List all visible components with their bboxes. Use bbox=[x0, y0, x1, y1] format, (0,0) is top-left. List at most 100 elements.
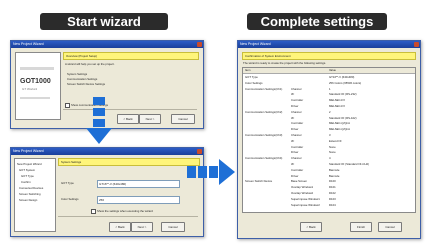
tree-item[interactable]: New Project Wizard bbox=[17, 163, 42, 166]
show-settings-checkbox[interactable]: Show the settings when executing the wiz… bbox=[91, 209, 153, 214]
checkbox-icon[interactable] bbox=[91, 209, 96, 214]
right-arrow-head-icon bbox=[219, 159, 235, 185]
table-cell: D102 bbox=[329, 191, 336, 195]
down-arrow-head-icon bbox=[86, 128, 112, 144]
table-row: Driver MELSEC-FX bbox=[243, 104, 415, 109]
table-cell: GT16**-V (640x480) bbox=[329, 75, 355, 79]
checkbox-icon[interactable] bbox=[65, 103, 70, 108]
table-cell: Barcode bbox=[329, 167, 340, 172]
table-cell: Controller bbox=[291, 98, 304, 103]
option-system: System Settings bbox=[67, 72, 88, 76]
finish-button[interactable]: Finish bbox=[350, 222, 372, 232]
cancel-button[interactable]: Cancel bbox=[171, 114, 195, 124]
table-cell: MELSEC-Q/QnA bbox=[329, 127, 350, 132]
table-cell: Channel bbox=[291, 133, 302, 137]
tree-item[interactable]: Confirm bbox=[21, 181, 31, 184]
window-title: New Project Wizard bbox=[13, 149, 44, 153]
table-cell: Base Screen bbox=[291, 179, 308, 184]
checkbox-label: Show the settings when executing the wiz… bbox=[97, 209, 153, 214]
table-cell: Barcode bbox=[329, 173, 340, 178]
close-icon[interactable] bbox=[197, 149, 202, 154]
table-cell: Channel bbox=[291, 156, 302, 161]
back-button[interactable]: < Back bbox=[109, 222, 131, 232]
table-cell: Driver bbox=[291, 173, 299, 178]
back-button[interactable]: < Back bbox=[300, 222, 322, 232]
table-row: Communication Settings(Ch1) Channel 1 bbox=[243, 87, 415, 92]
tree-item[interactable]: Screen Switching bbox=[19, 193, 41, 196]
table-cell: D103 bbox=[329, 196, 336, 201]
table-row: Controller None bbox=[243, 145, 415, 150]
table-cell: 3 bbox=[329, 133, 331, 137]
got-type-label: GOT Type bbox=[61, 181, 74, 185]
table-cell: Standard I/F (RS-232) bbox=[329, 92, 357, 97]
table-cell: D101 bbox=[329, 185, 336, 190]
tree-item[interactable]: GOT System bbox=[19, 169, 35, 172]
next-button[interactable]: Next > bbox=[139, 114, 161, 124]
table-cell: MELSEC-FX bbox=[329, 104, 346, 108]
table-cell: I/F bbox=[291, 162, 295, 166]
table-row: Controller MELSEC-Q/QnA bbox=[243, 121, 415, 126]
table-row: Controller MELSEC-FX bbox=[243, 98, 415, 103]
table-row: Communication Settings(Ch3) Channel 3 bbox=[243, 133, 415, 138]
table-cell: MELSEC-Q/QnA bbox=[329, 121, 350, 126]
settings-table[interactable]: Item Value GOT Type GT16**-V (640x480) Col… bbox=[242, 67, 416, 213]
table-row: Superimpose Window2 D104 bbox=[243, 203, 415, 208]
banner-text: Confirmation of System Environment bbox=[245, 53, 291, 58]
table-cell: Overlap Window2 bbox=[291, 191, 314, 195]
logo-brand: GOT1000 bbox=[20, 78, 51, 85]
table-row: Communication Settings(Ch4) Channel 4 bbox=[243, 156, 415, 161]
got-type-select[interactable]: GT16**-V (640x480) bbox=[97, 180, 180, 188]
tree-item[interactable]: Screen Design bbox=[19, 199, 37, 202]
logo-panel: GOT1000 GT Works3 bbox=[15, 52, 61, 120]
option-communication: Communication Settings bbox=[67, 77, 98, 81]
table-header: Item Value bbox=[243, 68, 415, 74]
color-select[interactable]: 256 bbox=[97, 196, 180, 204]
table-cell: Standard I/F (Standard I/F-CH2) bbox=[329, 162, 369, 166]
wizard-tree: New Project Wizard GOT System GOT Type C… bbox=[14, 158, 56, 232]
table-cell: 1 bbox=[329, 86, 331, 91]
table-row: Driver MELSEC-Q/QnA bbox=[243, 127, 415, 132]
table-cell: D100 bbox=[329, 179, 336, 184]
table-row: I/F Standard I/F (RS-232) bbox=[243, 92, 415, 97]
close-icon[interactable] bbox=[414, 42, 419, 47]
start-wizard-label: Start wizard bbox=[40, 13, 168, 30]
next-button[interactable]: Next > bbox=[131, 222, 153, 232]
table-cell: Driver bbox=[291, 104, 299, 108]
table-cell: I/F bbox=[291, 92, 295, 97]
table-cell: Color Settings bbox=[245, 80, 263, 85]
color-label: Color Settings bbox=[61, 197, 79, 201]
table-cell: Superimpose Window2 bbox=[291, 202, 320, 207]
table-cell: Controller bbox=[291, 167, 304, 172]
table-row: I/F Standard I/F (Standard I/F-CH2) bbox=[243, 162, 415, 167]
table-cell: Superimpose Window1 bbox=[291, 196, 320, 201]
table-cell: None bbox=[329, 150, 336, 155]
table-cell: Driver bbox=[291, 150, 299, 155]
table-cell: None bbox=[329, 144, 336, 149]
table-row: I/F Extend I/F bbox=[243, 139, 415, 144]
confirmation-subtitle: The wizard is ready to create the projec… bbox=[243, 61, 327, 65]
cancel-button[interactable]: Cancel bbox=[378, 222, 402, 232]
table-row: GOT Type GT16**-V (640x480) bbox=[243, 75, 415, 80]
complete-settings-label: Complete settings bbox=[247, 13, 387, 30]
tree-item[interactable]: GOT Type bbox=[21, 175, 34, 178]
table-cell: Controller bbox=[291, 144, 304, 149]
title-bar: New Project Wizard bbox=[11, 148, 203, 155]
table-cell: Driver bbox=[291, 127, 299, 132]
confirmation-banner: Confirmation of System Environment bbox=[242, 52, 416, 60]
intro-text: A wizard will help you set up the projec… bbox=[65, 62, 115, 66]
table-cell: D104 bbox=[329, 202, 336, 207]
table-cell: GOT Type bbox=[245, 75, 258, 79]
tree-item[interactable]: Connected Devices bbox=[19, 187, 43, 190]
cancel-button[interactable]: Cancel bbox=[161, 222, 185, 232]
header-item: Item bbox=[245, 68, 251, 72]
table-cell: Extend I/F bbox=[329, 138, 342, 143]
close-icon[interactable] bbox=[197, 42, 202, 47]
banner-text: Overview (Project Setup) bbox=[66, 53, 98, 58]
table-row: I/F Standard I/F (RS-422) bbox=[243, 116, 415, 121]
table-cell: Overlap Window1 bbox=[291, 185, 314, 190]
table-cell: Screen Switch Device bbox=[245, 179, 273, 184]
table-row: Driver Barcode bbox=[243, 174, 415, 179]
table-cell: Communication Settings(Ch1) bbox=[245, 86, 283, 91]
option-screen-switch: Screen Switch Device Settings bbox=[67, 82, 106, 86]
back-button[interactable]: < Back bbox=[117, 114, 139, 124]
